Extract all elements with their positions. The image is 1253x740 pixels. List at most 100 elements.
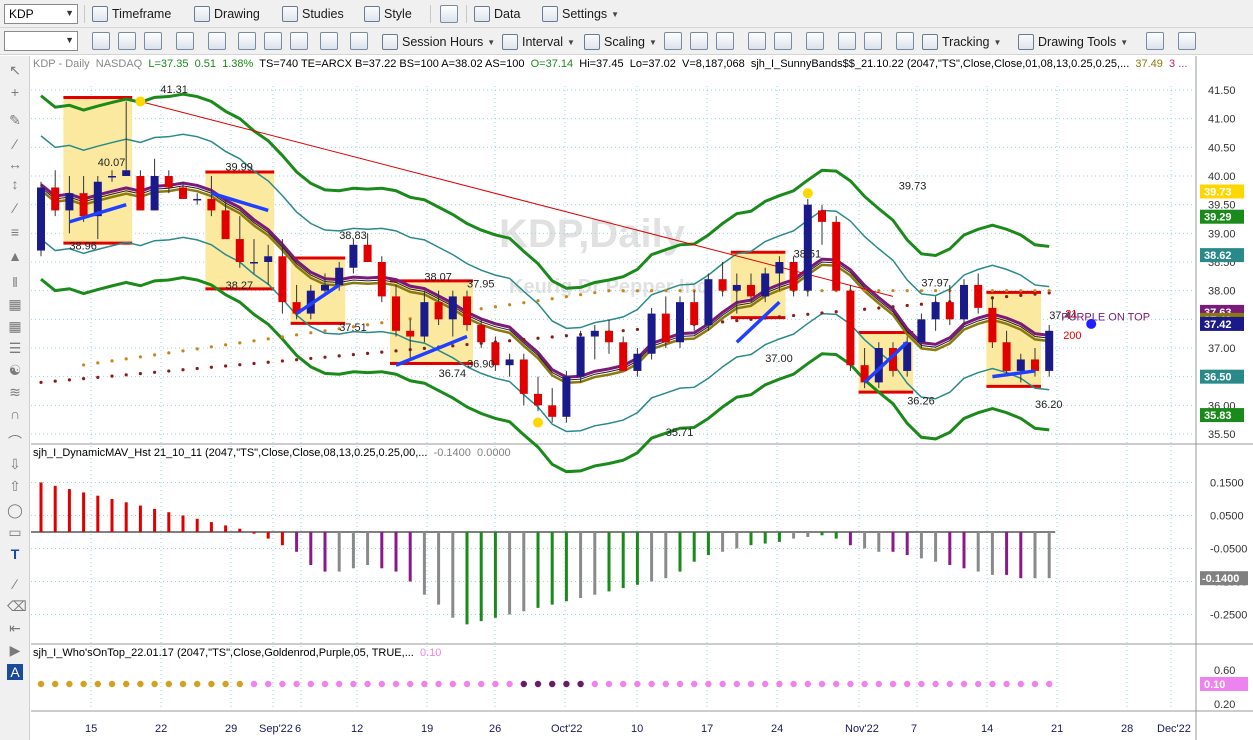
dot-trail-dark <box>96 375 100 379</box>
change-pct: 1.38% <box>222 58 254 70</box>
gann-icon[interactable]: ▲ <box>7 248 23 264</box>
window-icon[interactable] <box>144 32 162 50</box>
pen-icon[interactable]: ✎ <box>7 112 23 128</box>
zoom-out-icon[interactable] <box>864 32 882 50</box>
mav-tick-label: 0.1500 <box>1210 478 1244 490</box>
interval-selector[interactable]: ▼ <box>4 31 78 51</box>
volume-icon[interactable] <box>748 32 766 50</box>
arrow-down-icon[interactable]: ⇩ <box>7 456 23 472</box>
speed-lines-icon[interactable]: ≋ <box>7 384 23 400</box>
eraser-icon[interactable]: ⌫ <box>7 598 27 614</box>
drawing-tools-button[interactable]: Drawing Tools ▼ <box>1018 32 1128 52</box>
timeframe-button[interactable]: Timeframe <box>92 4 171 24</box>
spiral-icon[interactable]: ☯ <box>7 362 23 378</box>
font-icon[interactable]: A <box>7 664 23 680</box>
whosontop-dot <box>1003 680 1010 688</box>
whosontop-dot <box>747 680 755 688</box>
whosontop-dot <box>378 680 385 688</box>
dot-trail-dark <box>167 369 171 373</box>
chart-analysis-icon[interactable] <box>1146 32 1164 50</box>
arc-icon[interactable]: ⌒ <box>7 434 23 450</box>
time-tick-label: 21 <box>1051 723 1063 735</box>
crosshair-icon[interactable]: + <box>7 84 23 100</box>
point-figure-icon[interactable] <box>774 32 792 50</box>
rectangle-icon[interactable]: ▭ <box>7 524 23 540</box>
price-badge-label: 39.29 <box>1204 212 1232 224</box>
chart-area[interactable]: KDP,Daily Keurig Dr Pepper Inc 41.50 41.0… <box>31 56 1253 740</box>
arrow-pointer-icon[interactable]: ↖ <box>7 62 23 78</box>
speedometer-icon[interactable] <box>208 32 226 50</box>
layout-icon[interactable] <box>440 5 458 23</box>
list-icon[interactable]: ☰ <box>7 340 23 356</box>
session-icon <box>382 34 398 50</box>
price-annotation: 38.83 <box>339 230 367 242</box>
table-icon[interactable]: ▦ <box>7 296 23 312</box>
interval-button[interactable]: Interval ▼ <box>502 32 575 52</box>
scaling-button[interactable]: Scaling ▼ <box>584 32 657 52</box>
zoom-icon[interactable] <box>176 32 194 50</box>
play-icon[interactable] <box>290 32 308 50</box>
studies-button[interactable]: Studies <box>282 4 344 24</box>
time-tick-label: 6 <box>295 723 301 735</box>
trendline-icon[interactable]: ∕ <box>7 136 23 152</box>
timeframe-label: Timeframe <box>112 7 172 21</box>
candle-body <box>605 330 613 343</box>
fibonacci-icon[interactable]: ≡ <box>7 224 23 240</box>
text-icon[interactable]: T <box>7 546 23 562</box>
candle-body <box>278 256 287 303</box>
dot-trail-dark <box>806 312 810 316</box>
whosontop-dot <box>989 680 996 688</box>
image-icon[interactable] <box>264 32 282 50</box>
chevron-down-icon: ▼ <box>993 37 1002 47</box>
symbol-selector[interactable]: KDP ▼ <box>4 4 78 24</box>
refresh-icon[interactable] <box>92 32 110 50</box>
channel-icon[interactable]: ∕ <box>7 200 23 216</box>
drawing-button[interactable]: Drawing <box>194 4 260 24</box>
pointer-icon[interactable]: ▶ <box>7 642 23 658</box>
style-button[interactable]: Style <box>364 4 412 24</box>
candlestick-icon[interactable] <box>690 32 708 50</box>
settings-button[interactable]: Settings ▼ <box>542 4 619 24</box>
cycle-icon[interactable]: ∩ <box>7 406 23 422</box>
mav-tick-label: 0.0500 <box>1210 511 1244 523</box>
dot-trail-dark <box>39 380 43 384</box>
candle-body <box>747 284 755 297</box>
whosontop-dot <box>350 680 357 688</box>
grid-icon[interactable] <box>350 32 368 50</box>
bars-icon[interactable]: ‖ <box>7 274 23 290</box>
whosontop-dot <box>250 680 258 688</box>
gauge-icon[interactable] <box>1178 32 1196 50</box>
layout-icon[interactable] <box>806 32 824 50</box>
session-hours-button[interactable]: Session Hours ▼ <box>382 32 495 52</box>
toolbar-divider <box>430 5 431 23</box>
swing-marker <box>802 188 813 199</box>
zoom-in-icon[interactable] <box>838 32 856 50</box>
price-annotation: 37.95 <box>467 279 495 291</box>
data-button[interactable]: Data <box>474 4 520 24</box>
grid-icon[interactable]: ▦ <box>7 318 23 334</box>
line-chart-icon[interactable] <box>716 32 734 50</box>
bar-chart-icon[interactable] <box>664 32 682 50</box>
time-tick-label: 28 <box>1121 723 1133 735</box>
history-icon[interactable] <box>118 32 136 50</box>
dot-trail-dark <box>266 360 270 364</box>
whosontop-dot <box>918 680 925 688</box>
ruler-icon[interactable]: ∕ <box>7 576 23 592</box>
price-tick-label: 40.50 <box>1208 142 1236 154</box>
tracking-button[interactable]: Tracking ▼ <box>922 32 1001 52</box>
data-window-icon[interactable] <box>896 32 914 50</box>
crosshair-icon[interactable] <box>320 32 338 50</box>
change: 0.51 <box>194 58 216 70</box>
dot-trail-dark <box>209 365 213 369</box>
horizontal-line-icon[interactable]: ↔ <box>7 156 23 172</box>
dot-trail-dark <box>153 370 157 374</box>
dot-trail-orange <box>238 341 242 345</box>
price-annotation: 35.71 <box>666 427 694 439</box>
arrow-up-icon[interactable]: ⇧ <box>7 478 23 494</box>
magnet-icon[interactable]: ⇤ <box>7 620 23 636</box>
dot-trail-dark <box>380 350 384 354</box>
scroll-icon[interactable] <box>238 32 256 50</box>
price-tick-label: 40.00 <box>1208 171 1236 183</box>
ellipse-icon[interactable]: ◯ <box>7 502 23 518</box>
vertical-line-icon[interactable]: ↕ <box>7 176 23 192</box>
